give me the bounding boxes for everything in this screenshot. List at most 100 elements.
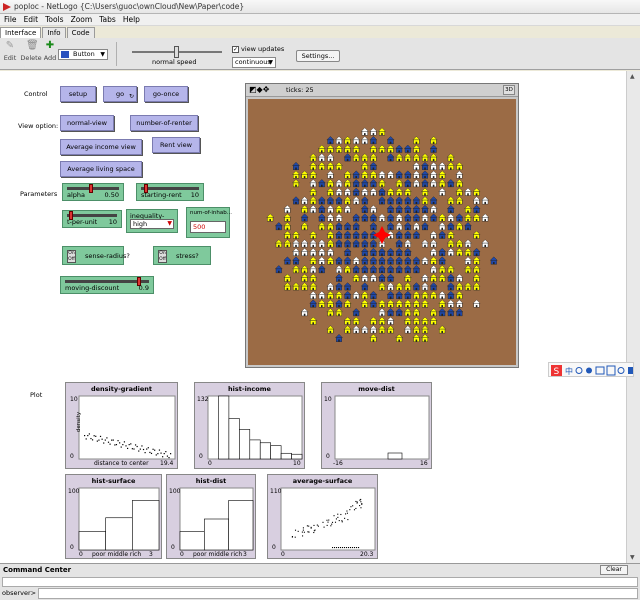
edit-button[interactable]: ✎ Edit (2, 40, 18, 62)
plot-point (127, 447, 129, 450)
scroll-up-icon[interactable]: ▲ (630, 73, 635, 80)
plot-point (330, 525, 332, 527)
plot-point (338, 520, 340, 522)
parameters-label: Parameters (20, 190, 58, 198)
t-per-unit-slider[interactable]: t-per-unit 10 (62, 210, 122, 228)
inequality-level-chooser[interactable]: inequality-level high ▼ (126, 209, 178, 233)
toggle-icon[interactable]: On Off (67, 250, 76, 263)
alpha-slider[interactable]: alpha 0.50 (62, 183, 124, 201)
speed-slider-thumb[interactable] (174, 46, 179, 58)
plot-point (346, 510, 348, 512)
number-of-renter-button[interactable]: number-of-renter (130, 115, 198, 131)
inequality-level-select[interactable]: high ▼ (130, 219, 174, 229)
plot-point (313, 531, 315, 534)
plot-point (162, 456, 164, 458)
menu-edit[interactable]: Edit (24, 15, 39, 24)
hist-bar (218, 395, 230, 460)
hist-bar (239, 429, 251, 460)
plot-point (117, 440, 119, 442)
hist-bar (387, 452, 403, 460)
plot-point (360, 498, 362, 501)
move-dist-plot: move-dist 10 0 -16 16 (321, 382, 432, 469)
plot-point (91, 439, 94, 441)
3d-view-button[interactable]: 3D (503, 85, 515, 95)
plot-point (346, 512, 348, 514)
rent-view-button[interactable]: Rent view (152, 137, 200, 153)
toggle-icon[interactable]: On Off (158, 250, 167, 263)
plot-point (130, 443, 132, 445)
average-living-space-button[interactable]: Average living space (60, 161, 142, 177)
command-input[interactable] (38, 588, 638, 599)
plot-point (310, 526, 312, 528)
add-button[interactable]: ✚ Add (43, 40, 57, 62)
ime-toolbar[interactable]: S 中 (548, 362, 634, 377)
average-income-view-button[interactable]: Average income view (60, 139, 142, 155)
hist-bar (249, 439, 261, 460)
plot-point (350, 547, 352, 549)
plot-point (344, 547, 346, 549)
button-widget-icon (61, 51, 69, 58)
plot-point (95, 435, 97, 437)
plot-point (356, 547, 358, 549)
plot-point (358, 547, 360, 549)
plot-point (128, 443, 130, 446)
starting-rent-slider[interactable]: starting-rent 10 (136, 183, 204, 201)
menu-zoom[interactable]: Zoom (71, 15, 93, 24)
plot-point (313, 530, 315, 532)
world-view[interactable]: ◩◆✥ ticks: 25 3D (245, 83, 519, 368)
plot-point (322, 521, 324, 523)
widget-type-select[interactable]: Button ▼ (58, 49, 108, 60)
plot-point (354, 547, 356, 549)
normal-view-button[interactable]: normal-view (60, 115, 114, 131)
tab-interface[interactable]: Interface (0, 27, 42, 38)
plot-point (308, 525, 310, 527)
move-dist-chart (334, 395, 430, 460)
num-of-inhabitants-input[interactable]: num-of-inhab... 500 (186, 207, 232, 238)
settings-button[interactable]: Settings... (296, 50, 340, 62)
num-of-inhabitants-value[interactable]: 500 (190, 221, 226, 233)
average-surface-chart (280, 487, 376, 551)
go-button[interactable]: go ↻ (103, 86, 137, 102)
slider-track (141, 187, 199, 190)
plot-point (302, 535, 304, 537)
world-canvas[interactable] (248, 99, 516, 365)
forever-icon: ↻ (128, 93, 134, 100)
menu-file[interactable]: File (4, 15, 17, 24)
go-once-button[interactable]: go-once (144, 86, 188, 102)
title-bar: poploc - NetLogo {C:\Users\guoc\ownCloud… (0, 0, 640, 14)
stress-switch[interactable]: On Off stress? (153, 246, 211, 265)
speed-label: normal speed (152, 58, 197, 66)
plot-point (119, 442, 121, 444)
plot-point (334, 521, 337, 523)
clear-button[interactable]: Clear (600, 565, 628, 575)
moving-discount-slider[interactable]: moving-discount 0.9 (60, 276, 154, 294)
vertical-scrollbar[interactable]: ▲ ▼ (626, 71, 640, 563)
observer-selector[interactable]: observer> (2, 589, 36, 597)
slider-thumb[interactable] (88, 184, 93, 193)
delete-button[interactable]: 🗑 Delete (20, 40, 42, 62)
view-updates-checkbox[interactable]: ✓ view updates (232, 45, 284, 53)
sense-radius-switch[interactable]: On Off sense-radius? (62, 246, 130, 265)
plot-point (344, 517, 346, 519)
view-control-strip: ◩◆✥ ticks: 25 3D (246, 84, 518, 97)
plot-point (316, 524, 318, 526)
tab-info[interactable]: Info (42, 27, 66, 38)
plot-point (356, 501, 358, 503)
plot-point (308, 531, 310, 533)
tab-code[interactable]: Code (66, 27, 95, 38)
plot-point (133, 448, 135, 450)
plot-point (326, 519, 328, 521)
setup-button[interactable]: setup (60, 86, 96, 102)
plot-point (352, 505, 354, 507)
menu-tabs[interactable]: Tabs (99, 15, 116, 24)
plot-point (294, 536, 296, 538)
plot-point (341, 521, 343, 523)
scroll-down-icon[interactable]: ▼ (630, 554, 635, 561)
hist-bar (280, 452, 292, 460)
plot-label: Plot (30, 391, 43, 399)
update-mode-select[interactable]: continuous ▼ (232, 57, 276, 68)
plot-point (141, 445, 143, 447)
view-controls-icon[interactable]: ◩◆✥ (249, 85, 269, 94)
menu-help[interactable]: Help (123, 15, 140, 24)
menu-tools[interactable]: Tools (45, 15, 63, 24)
